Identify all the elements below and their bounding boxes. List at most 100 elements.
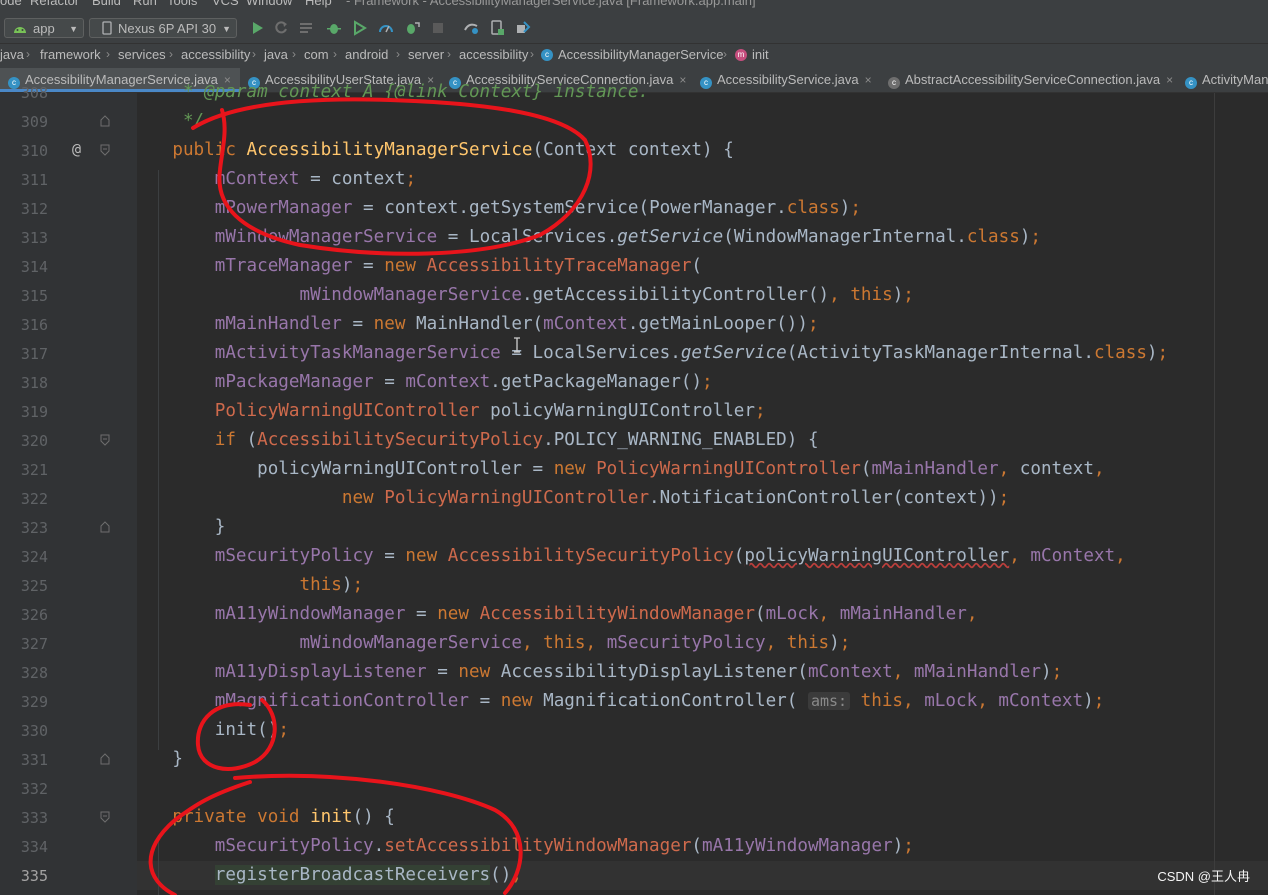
class-icon: c xyxy=(700,77,712,89)
line-number: 309 xyxy=(20,113,48,131)
code-line[interactable]: mActivityTaskManagerService = LocalServi… xyxy=(130,339,1168,368)
run-icon[interactable] xyxy=(249,20,265,36)
fold-start-icon[interactable] xyxy=(100,434,110,446)
menu-help[interactable]: Help xyxy=(305,0,332,8)
attach-debugger-icon[interactable] xyxy=(404,20,420,36)
code-line[interactable]: if (AccessibilitySecurityPolicy.POLICY_W… xyxy=(130,426,819,455)
tab-activity-manager[interactable]: c ActivityMan xyxy=(1177,68,1268,92)
class-icon: c xyxy=(1185,77,1197,89)
window-title: - Framework - AccessibilityManagerServic… xyxy=(346,0,756,8)
phone-icon xyxy=(102,21,112,35)
code-line[interactable]: mSecurityPolicy = new AccessibilitySecur… xyxy=(130,542,1126,571)
code-line[interactable]: mA11yDisplayListener = new Accessibility… xyxy=(130,658,1062,687)
code-line[interactable]: mPowerManager = context.getSystemService… xyxy=(130,194,861,223)
coverage-icon[interactable] xyxy=(352,20,368,36)
code-line[interactable]: } xyxy=(130,513,226,542)
code-line[interactable]: mContext = context; xyxy=(130,165,416,194)
sync-gradle-icon[interactable] xyxy=(463,20,479,36)
line-number: 308 xyxy=(20,84,48,102)
chevron-right-icon: › xyxy=(530,47,534,61)
breadcrumb-item[interactable]: accessibility xyxy=(181,47,250,62)
menu-run[interactable]: Run xyxy=(133,0,157,8)
menu-tools[interactable]: Tools xyxy=(167,0,197,8)
line-number: 314 xyxy=(20,258,48,276)
code-line[interactable]: mSecurityPolicy.setAccessibilityWindowMa… xyxy=(130,832,914,861)
override-marker[interactable]: @ xyxy=(72,140,81,158)
close-icon[interactable]: × xyxy=(1166,73,1173,87)
breadcrumb-item[interactable]: server xyxy=(408,47,444,62)
tab-accessibility-service[interactable]: c AccessibilityService.java × xyxy=(692,68,872,92)
code-line[interactable]: this); xyxy=(130,571,363,600)
chevron-right-icon: › xyxy=(333,47,337,61)
code-line[interactable]: mMainHandler = new MainHandler(mContext.… xyxy=(130,310,819,339)
code-line[interactable]: mMagnificationController = new Magnifica… xyxy=(130,687,1105,716)
chevron-right-icon: › xyxy=(26,47,30,61)
fold-start-icon[interactable] xyxy=(100,144,110,156)
breadcrumb-item[interactable]: framework xyxy=(40,47,101,62)
code-line[interactable]: init(); xyxy=(130,716,289,745)
line-number: 334 xyxy=(20,838,48,856)
code-line[interactable]: mWindowManagerService, this, mSecurityPo… xyxy=(130,629,850,658)
stop-icon[interactable] xyxy=(430,20,446,36)
code-line[interactable]: public AccessibilityManagerService(Conte… xyxy=(130,136,733,165)
code-line[interactable]: mPackageManager = mContext.getPackageMan… xyxy=(130,368,713,397)
chevron-right-icon: › xyxy=(169,47,173,61)
line-number: 320 xyxy=(20,432,48,450)
line-number: 327 xyxy=(20,635,48,653)
breadcrumb-item[interactable]: AccessibilityManagerService xyxy=(558,47,723,62)
line-number: 330 xyxy=(20,722,48,740)
code-line[interactable]: PolicyWarningUIController policyWarningU… xyxy=(130,397,766,426)
breadcrumb-item[interactable]: android xyxy=(345,47,388,62)
fold-end-icon[interactable] xyxy=(100,753,110,765)
chevron-right-icon: › xyxy=(252,47,256,61)
chevron-right-icon: › xyxy=(106,47,110,61)
device-manager-icon[interactable] xyxy=(489,20,505,36)
module-selector[interactable]: app ▼ xyxy=(4,18,84,38)
device-selector[interactable]: Nexus 6P API 30 ▼ xyxy=(89,18,237,38)
code-line[interactable]: policyWarningUIController = new PolicyWa… xyxy=(130,455,1104,484)
profile-icon[interactable] xyxy=(378,20,394,36)
code-line[interactable]: mA11yWindowManager = new AccessibilityWi… xyxy=(130,600,978,629)
sdk-manager-icon[interactable] xyxy=(515,20,531,36)
breadcrumb-item[interactable]: java xyxy=(264,47,288,62)
breadcrumb-item[interactable]: services xyxy=(118,47,166,62)
chevron-down-icon: ▼ xyxy=(222,24,231,34)
menu-build[interactable]: Build xyxy=(92,0,121,8)
debug-icon[interactable] xyxy=(326,20,342,36)
line-number: 328 xyxy=(20,664,48,682)
code-line[interactable]: * @param context A {@link Context} insta… xyxy=(130,78,649,107)
chevron-right-icon: › xyxy=(723,47,727,61)
tab-abstract-accessibility-service-connection[interactable]: c AbstractAccessibilityServiceConnection.… xyxy=(880,68,1173,92)
code-line[interactable]: private void init() { xyxy=(130,803,394,832)
fold-end-icon[interactable] xyxy=(100,115,110,127)
code-line[interactable]: new PolicyWarningUIController.Notificati… xyxy=(130,484,1009,513)
code-line[interactable]: mTraceManager = new AccessibilityTraceMa… xyxy=(130,252,702,281)
code-line[interactable]: */ xyxy=(130,107,204,136)
line-number: 326 xyxy=(20,606,48,624)
breadcrumb-item[interactable]: init xyxy=(752,47,769,62)
fold-start-icon[interactable] xyxy=(100,811,110,823)
code-line[interactable]: } xyxy=(130,745,183,774)
line-number: 310 xyxy=(20,142,48,160)
menu-bar: ode Refactor Build Run Tools VCS Window … xyxy=(0,0,1268,11)
toolbar: app ▼ Nexus 6P API 30 ▼ xyxy=(0,11,1268,44)
breadcrumb-item[interactable]: com xyxy=(304,47,329,62)
breadcrumb: java › framework › services › accessibil… xyxy=(0,44,1268,68)
apply-changes-icon[interactable] xyxy=(298,20,314,36)
line-number: 322 xyxy=(20,490,48,508)
fold-end-icon[interactable] xyxy=(100,521,110,533)
right-margin-guide xyxy=(1214,93,1215,895)
menu-vcs[interactable]: VCS xyxy=(212,0,239,8)
menu-code[interactable]: ode xyxy=(0,0,22,8)
menu-refactor[interactable]: Refactor xyxy=(30,0,79,8)
code-line[interactable]: registerBroadcastReceivers(); xyxy=(130,861,522,890)
breadcrumb-item[interactable]: accessibility xyxy=(459,47,528,62)
breadcrumb-item[interactable]: java xyxy=(0,47,24,62)
code-line[interactable]: mWindowManagerService.getAccessibilityCo… xyxy=(130,281,913,310)
close-icon[interactable]: × xyxy=(679,73,686,87)
line-number: 317 xyxy=(20,345,48,363)
close-icon[interactable]: × xyxy=(865,73,872,87)
code-line[interactable]: mWindowManagerService = LocalServices.ge… xyxy=(130,223,1041,252)
menu-window[interactable]: Window xyxy=(246,0,292,8)
rerun-icon[interactable] xyxy=(273,20,289,36)
